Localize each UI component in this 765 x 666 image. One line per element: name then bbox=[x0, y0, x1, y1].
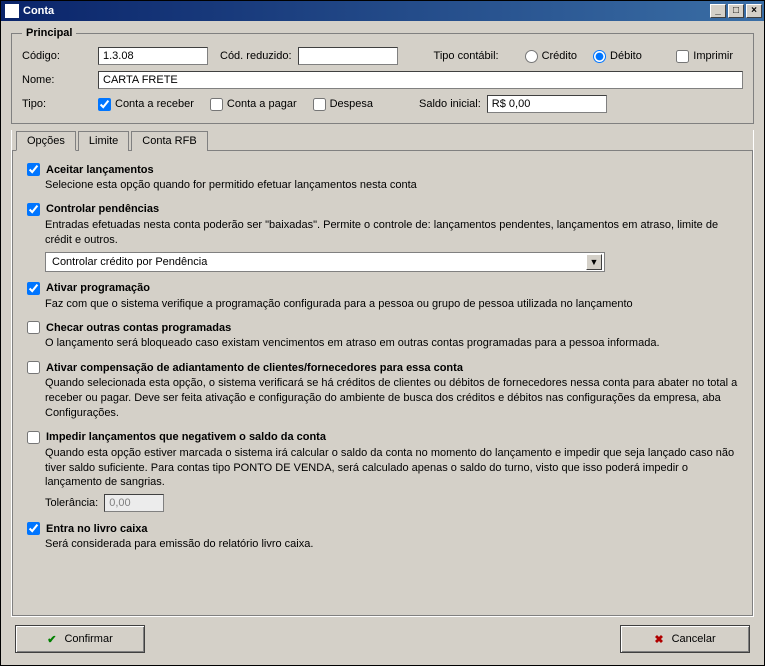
tabs-container: Opções Limite Conta RFB Aceitar lançamen… bbox=[11, 130, 754, 617]
cancelar-button[interactable]: ✖ Cancelar bbox=[620, 625, 750, 653]
opt-aceitar-title: Aceitar lançamentos bbox=[46, 164, 154, 176]
tab-limite[interactable]: Limite bbox=[78, 131, 129, 151]
group-principal: Principal Código: Cód. reduzido: Tipo co… bbox=[11, 27, 754, 124]
nome-label: Nome: bbox=[22, 74, 92, 86]
opt-ativar-prog-desc: Faz com que o sistema verifique a progra… bbox=[45, 297, 738, 312]
chevron-down-icon: ▼ bbox=[590, 257, 599, 267]
check-icon: ✔ bbox=[47, 633, 56, 646]
maximize-button[interactable]: □ bbox=[728, 4, 744, 18]
tipo-label: Tipo: bbox=[22, 98, 92, 110]
tolerancia-input bbox=[104, 494, 164, 512]
checkbox-despesa[interactable]: Despesa bbox=[313, 98, 373, 111]
checkbox-conta-pagar-input[interactable] bbox=[210, 98, 223, 111]
x-icon: ✖ bbox=[654, 633, 663, 646]
checkbox-impedir[interactable] bbox=[27, 431, 40, 444]
saldo-inicial-label: Saldo inicial: bbox=[419, 98, 481, 110]
row-nome: Nome: bbox=[22, 71, 743, 89]
opt-livro: Entra no livro caixa Será considerada pa… bbox=[27, 522, 738, 552]
tolerancia-row: Tolerância: bbox=[45, 494, 738, 512]
opt-checar: Checar outras contas programadas O lança… bbox=[27, 321, 738, 351]
radio-debito-input[interactable] bbox=[593, 50, 606, 63]
checkbox-livro[interactable] bbox=[27, 522, 40, 535]
cancelar-label: Cancelar bbox=[672, 633, 716, 645]
minimize-button[interactable]: _ bbox=[710, 4, 726, 18]
tipo-contabil-label: Tipo contábil: bbox=[434, 50, 499, 62]
opt-impedir-title: Impedir lançamentos que negativem o sald… bbox=[46, 431, 326, 443]
radio-credito[interactable]: Crédito bbox=[525, 50, 577, 63]
close-button[interactable]: × bbox=[746, 4, 762, 18]
window-buttons: _ □ × bbox=[710, 4, 762, 18]
opt-livro-title: Entra no livro caixa bbox=[46, 523, 147, 535]
cod-reduzido-input[interactable] bbox=[298, 47, 398, 65]
titlebar: Conta _ □ × bbox=[1, 1, 764, 21]
opt-checar-title: Checar outras contas programadas bbox=[46, 322, 231, 334]
checkbox-despesa-input[interactable] bbox=[313, 98, 326, 111]
opt-livro-desc: Será considerada para emissão do relatór… bbox=[45, 537, 738, 552]
checkbox-imprimir-input[interactable] bbox=[676, 50, 689, 63]
window-title: Conta bbox=[23, 5, 710, 17]
opt-impedir-desc: Quando esta opção estiver marcada o sist… bbox=[45, 446, 738, 491]
opt-aceitar: Aceitar lançamentos Selecione esta opção… bbox=[27, 163, 738, 193]
cod-reduzido-label: Cód. reduzido: bbox=[220, 50, 292, 62]
checkbox-conta-receber-label: Conta a receber bbox=[115, 98, 194, 110]
checkbox-checar[interactable] bbox=[27, 321, 40, 334]
confirmar-button[interactable]: ✔ Confirmar bbox=[15, 625, 145, 653]
footer: ✔ Confirmar ✖ Cancelar bbox=[11, 617, 754, 655]
combo-controlar-credito[interactable]: Controlar crédito por Pendência ▼ bbox=[45, 252, 605, 272]
row-codigo: Código: Cód. reduzido: Tipo contábil: Cr… bbox=[22, 47, 743, 65]
codigo-label: Código: bbox=[22, 50, 92, 62]
app-icon bbox=[5, 4, 19, 18]
opt-controlar-desc: Entradas efetuadas nesta conta poderão s… bbox=[45, 218, 738, 248]
confirmar-label: Confirmar bbox=[64, 633, 112, 645]
checkbox-conta-pagar-label: Conta a pagar bbox=[227, 98, 297, 110]
group-principal-legend: Principal bbox=[22, 27, 76, 39]
checkbox-conta-receber[interactable]: Conta a receber bbox=[98, 98, 194, 111]
radio-credito-label: Crédito bbox=[542, 50, 577, 62]
window-conta: Conta _ □ × Principal Código: Cód. reduz… bbox=[0, 0, 765, 666]
opt-impedir: Impedir lançamentos que negativem o sald… bbox=[27, 431, 738, 513]
tab-conta-rfb[interactable]: Conta RFB bbox=[131, 131, 207, 151]
checkbox-imprimir[interactable]: Imprimir bbox=[676, 50, 733, 63]
checkbox-aceitar[interactable] bbox=[27, 163, 40, 176]
checkbox-conta-receber-input[interactable] bbox=[98, 98, 111, 111]
opt-ativar-prog-title: Ativar programação bbox=[46, 282, 150, 294]
tab-panel-opcoes: Aceitar lançamentos Selecione esta opção… bbox=[12, 150, 753, 616]
tab-strip: Opções Limite Conta RFB bbox=[12, 130, 753, 150]
checkbox-controlar[interactable] bbox=[27, 203, 40, 216]
opt-compensacao-desc: Quando selecionada esta opção, o sistema… bbox=[45, 376, 738, 421]
radio-debito[interactable]: Débito bbox=[593, 50, 642, 63]
opt-ativar-prog: Ativar programação Faz com que o sistema… bbox=[27, 282, 738, 312]
checkbox-compensacao[interactable] bbox=[27, 361, 40, 374]
row-tipo: Tipo: Conta a receber Conta a pagar Desp… bbox=[22, 95, 743, 113]
codigo-input[interactable] bbox=[98, 47, 208, 65]
opt-compensacao: Ativar compensação de adiantamento de cl… bbox=[27, 361, 738, 421]
radio-credito-input[interactable] bbox=[525, 50, 538, 63]
nome-input[interactable] bbox=[98, 71, 743, 89]
opt-compensacao-title: Ativar compensação de adiantamento de cl… bbox=[46, 362, 463, 374]
radio-debito-label: Débito bbox=[610, 50, 642, 62]
content-area: Principal Código: Cód. reduzido: Tipo co… bbox=[1, 21, 764, 665]
checkbox-conta-pagar[interactable]: Conta a pagar bbox=[210, 98, 297, 111]
combo-dropdown-button[interactable]: ▼ bbox=[586, 254, 602, 270]
checkbox-imprimir-label: Imprimir bbox=[693, 50, 733, 62]
opt-controlar-title: Controlar pendências bbox=[46, 203, 159, 215]
opt-aceitar-desc: Selecione esta opção quando for permitid… bbox=[45, 178, 738, 193]
checkbox-despesa-label: Despesa bbox=[330, 98, 373, 110]
combo-controlar-value: Controlar crédito por Pendência bbox=[52, 256, 207, 268]
saldo-inicial-input[interactable] bbox=[487, 95, 607, 113]
opt-checar-desc: O lançamento será bloqueado caso existam… bbox=[45, 336, 738, 351]
opt-controlar: Controlar pendências Entradas efetuadas … bbox=[27, 203, 738, 272]
checkbox-ativar-prog[interactable] bbox=[27, 282, 40, 295]
tab-opcoes[interactable]: Opções bbox=[16, 131, 76, 151]
tolerancia-label: Tolerância: bbox=[45, 497, 98, 509]
